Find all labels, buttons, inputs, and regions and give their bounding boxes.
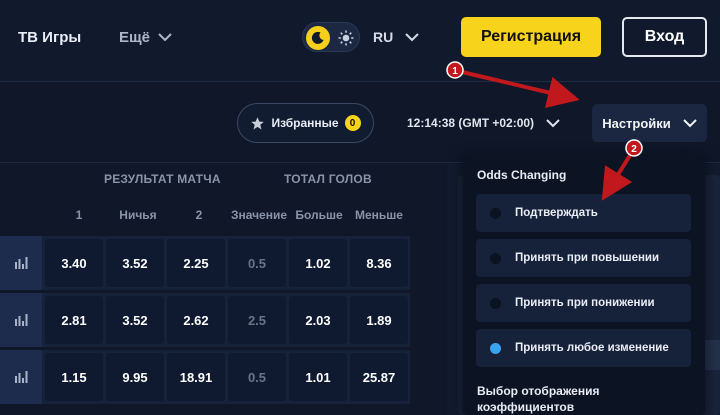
- settings-button[interactable]: Настройки: [592, 104, 707, 142]
- radio-icon: [490, 252, 501, 264]
- odd-cell[interactable]: 3.52: [106, 296, 164, 344]
- group-label-match-result: РЕЗУЛЬТАТ МАТЧА: [104, 172, 221, 186]
- odd-cell[interactable]: 2.81: [45, 296, 103, 344]
- odd-cell[interactable]: 1.89: [350, 296, 408, 344]
- sun-icon: [336, 28, 356, 48]
- language-selector[interactable]: RU: [373, 29, 419, 45]
- col-header-value: Значение: [230, 208, 288, 222]
- radio-selected-icon: [490, 342, 501, 354]
- stats-icon[interactable]: [0, 293, 42, 347]
- odd-cell[interactable]: 2.25: [167, 239, 225, 287]
- odds-option-accept-any[interactable]: Принять любое изменение: [476, 329, 691, 367]
- option-label: Принять при понижении: [515, 297, 655, 309]
- chevron-down-icon: [405, 32, 419, 41]
- stats-icon[interactable]: [0, 236, 42, 290]
- table-row: 2.81 3.52 2.62 2.5 2.03 1.89: [0, 293, 410, 347]
- nav-more-label: Ещё: [119, 29, 151, 46]
- nav-more-menu[interactable]: Ещё: [119, 29, 172, 46]
- star-icon: [251, 116, 265, 129]
- chevron-down-icon: [683, 118, 697, 127]
- odds-option-accept-increase[interactable]: Принять при повышении: [476, 239, 691, 277]
- col-header-over: Больше: [295, 208, 343, 222]
- time-selector[interactable]: 12:14:38 (GMT +02:00): [407, 116, 560, 130]
- toolbar: Избранные 0 12:14:38 (GMT +02:00) Настро…: [0, 83, 720, 163]
- option-label: Подтверждать: [515, 207, 598, 219]
- moon-icon: [306, 26, 330, 50]
- radio-icon: [490, 297, 501, 309]
- favorites-count-badge: 0: [344, 115, 361, 131]
- top-navigation-bar: ТВ Игры Ещё RU Регистрация Вход: [0, 0, 720, 82]
- table-row: 3.40 3.52 2.25 0.5 1.02 8.36: [0, 236, 410, 290]
- odds-option-accept-decrease[interactable]: Принять при понижении: [476, 284, 691, 322]
- language-label: RU: [373, 29, 394, 45]
- radio-icon: [490, 207, 501, 219]
- odd-cell[interactable]: 2.62: [167, 296, 225, 344]
- col-header-draw: Ничья: [119, 208, 157, 222]
- col-header-1: 1: [75, 208, 83, 222]
- odd-cell[interactable]: 1.01: [289, 353, 347, 401]
- nav-tv-games[interactable]: ТВ Игры: [18, 29, 81, 46]
- favorites-button[interactable]: Избранные 0: [237, 103, 374, 143]
- favorites-label: Избранные: [271, 116, 339, 130]
- total-value-cell: 0.5: [228, 239, 286, 287]
- register-button[interactable]: Регистрация: [461, 17, 601, 57]
- odd-cell[interactable]: 1.15: [45, 353, 103, 401]
- odds-option-confirm[interactable]: Подтверждать: [476, 194, 691, 232]
- odd-cell[interactable]: 1.02: [289, 239, 347, 287]
- login-button[interactable]: Вход: [622, 17, 707, 57]
- odds-display-title: Выбор отображения коэффициентов: [477, 384, 600, 414]
- odd-cell[interactable]: 3.40: [45, 239, 103, 287]
- odd-cell[interactable]: 2.03: [289, 296, 347, 344]
- total-value-cell: 0.5: [228, 353, 286, 401]
- option-label: Принять любое изменение: [515, 342, 669, 354]
- chevron-down-icon: [546, 118, 560, 127]
- chevron-down-icon: [158, 33, 172, 42]
- col-header-2: 2: [195, 208, 203, 222]
- col-header-under: Меньше: [355, 208, 403, 222]
- odd-cell[interactable]: 3.52: [106, 239, 164, 287]
- stats-icon[interactable]: [0, 350, 42, 404]
- group-label-total-goals: ТОТАЛ ГОЛОВ: [284, 172, 372, 186]
- settings-dropdown: Odds Changing Подтверждать Принять при п…: [463, 147, 705, 415]
- odd-cell[interactable]: 9.95: [106, 353, 164, 401]
- clock-label: 12:14:38 (GMT +02:00): [407, 116, 535, 130]
- settings-label: Настройки: [602, 115, 671, 131]
- table-row: 1.15 9.95 18.91 0.5 1.01 25.87: [0, 350, 410, 404]
- odds-changing-title: Odds Changing: [477, 168, 567, 182]
- total-value-cell: 2.5: [228, 296, 286, 344]
- odd-cell[interactable]: 25.87: [350, 353, 408, 401]
- odd-cell[interactable]: 18.91: [167, 353, 225, 401]
- odd-cell[interactable]: 8.36: [350, 239, 408, 287]
- option-label: Принять при повышении: [515, 252, 660, 264]
- odds-table-header: РЕЗУЛЬТАТ МАТЧА ТОТАЛ ГОЛОВ 1 Ничья 2 Зн…: [0, 164, 445, 236]
- theme-toggle[interactable]: [302, 22, 360, 52]
